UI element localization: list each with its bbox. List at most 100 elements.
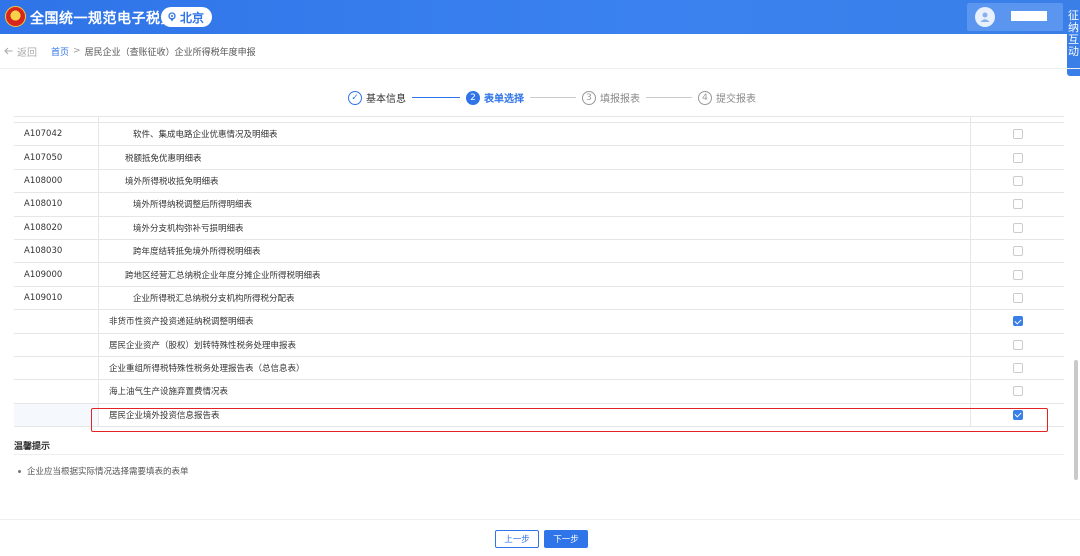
select-checkbox[interactable] — [1012, 199, 1023, 210]
table-row: A107050 税额抵免优惠明细表 — [14, 146, 1064, 170]
tax-emblem-icon — [5, 6, 26, 27]
form-code — [14, 380, 99, 403]
form-name: 跨年度结转抵免境外所得税明细表 — [99, 239, 971, 263]
table-row: A109000 跨地区经营汇总纳税企业年度分摊企业所得税明细表 — [14, 263, 1064, 287]
form-code: A108000 — [14, 169, 99, 193]
step-basic-info: ✓ 基本信息 — [348, 90, 406, 105]
table-row: A108000 境外所得税收抵免明细表 — [14, 169, 1064, 194]
breadcrumb: 返回 首页 > 居民企业（查账征收）企业所得税年度申报 — [0, 43, 256, 59]
checkbox-cell — [971, 357, 1064, 379]
form-name: 居民企业资产（股权）划转特殊性税务处理申报表 — [99, 333, 971, 356]
tip-item: 企业应当根据实际情况选择需要填表的表单 — [18, 465, 189, 477]
select-checkbox[interactable] — [1012, 386, 1023, 397]
side-tab-interaction[interactable]: 征纳互动 — [1067, 4, 1080, 76]
table-row: 居民企业资产（股权）划转特殊性税务处理申报表 — [14, 333, 1064, 357]
table-row: 企业重组所得税特殊性税务处理报告表（总信息表） — [14, 356, 1064, 381]
step-label: 表单选择 — [484, 94, 524, 105]
select-checkbox[interactable] — [1012, 292, 1023, 303]
checkbox-cell — [971, 287, 1064, 309]
step-connector — [412, 97, 460, 98]
previous-step-button[interactable]: 上一步 — [495, 530, 539, 548]
tips-title: 温馨提示 — [14, 442, 51, 452]
step-connector — [646, 97, 692, 98]
step-label: 基本信息 — [366, 94, 406, 105]
form-name: 税额抵免优惠明细表 — [99, 146, 971, 169]
table-row: A108010 境外所得纳税调整后所得明细表 — [14, 193, 1064, 217]
form-name: 境外所得税收抵免明细表 — [99, 169, 971, 193]
back-label: 返回 — [17, 47, 37, 59]
table-row: 海上油气生产设施弃置费情况表 — [14, 380, 1064, 404]
check-circle-icon: ✓ — [348, 90, 362, 105]
form-code: A107050 — [14, 146, 99, 169]
form-name: 境外所得纳税调整后所得明细表 — [99, 193, 971, 216]
breadcrumb-current: 居民企业（查账征收）企业所得税年度申报 — [84, 47, 256, 58]
checkbox-cell — [971, 310, 1064, 332]
checkbox-cell — [971, 123, 1064, 145]
form-code: A108030 — [14, 239, 99, 263]
step-connector — [530, 97, 576, 98]
code-cell — [14, 117, 99, 122]
select-checkbox[interactable] — [1012, 129, 1023, 140]
select-checkbox[interactable] — [1012, 152, 1023, 163]
tip-text: 企业应当根据实际情况选择需要填表的表单 — [27, 467, 189, 477]
divider — [0, 68, 1080, 69]
checkbox-cell — [971, 117, 1064, 122]
form-code: A108020 — [14, 216, 99, 239]
user-menu[interactable] — [967, 3, 1063, 31]
select-checkbox[interactable] — [1012, 269, 1023, 280]
location-pin-icon — [168, 12, 176, 22]
name-cell — [99, 117, 971, 122]
breadcrumb-separator: > — [73, 46, 81, 56]
step-label: 填报报表 — [600, 94, 640, 105]
step-number: 3 — [582, 90, 596, 105]
step-fill-report: 3 填报报表 — [582, 90, 640, 105]
breadcrumb-home-link[interactable]: 首页 — [51, 45, 69, 58]
form-selection-table: A107042 软件、集成电路企业优惠情况及明细表 A107050 税额抵免优惠明细表… — [14, 116, 1064, 428]
select-checkbox[interactable] — [1012, 363, 1023, 374]
step-number: 4 — [698, 90, 712, 105]
checkbox-cell — [971, 146, 1064, 168]
form-code — [14, 356, 99, 380]
form-code: A108010 — [14, 193, 99, 216]
region-selector[interactable]: 北京 — [161, 7, 213, 27]
table-row: A108020 境外分支机构弥补亏损明细表 — [14, 216, 1064, 240]
form-name: 软件、集成电路企业优惠情况及明细表 — [99, 123, 971, 146]
checkbox-cell — [971, 240, 1064, 262]
checkbox-cell — [971, 263, 1064, 285]
form-name: 海上油气生产设施弃置费情况表 — [99, 380, 971, 403]
checkbox-cell — [971, 380, 1064, 402]
form-code: A109010 — [14, 286, 99, 310]
next-step-button[interactable]: 下一步 — [544, 530, 588, 548]
form-code: A109000 — [14, 263, 99, 286]
form-name: 境外分支机构弥补亏损明细表 — [99, 216, 971, 239]
select-checkbox[interactable] — [1012, 222, 1023, 233]
username-redacted — [1011, 11, 1047, 21]
step-submit-report: 4 提交报表 — [698, 90, 756, 105]
user-avatar-icon — [975, 7, 995, 27]
checkbox-cell — [971, 217, 1064, 239]
back-button[interactable]: 返回 — [4, 44, 37, 59]
region-label: 北京 — [180, 10, 205, 25]
select-checkbox[interactable] — [1012, 175, 1023, 186]
table-row: A107042 软件、集成电路企业优惠情况及明细表 — [14, 123, 1064, 147]
form-name: 非货币性资产投资递延纳税调整明细表 — [99, 310, 971, 333]
form-name: 企业重组所得税特殊性税务处理报告表（总信息表） — [99, 356, 971, 380]
scrollbar[interactable] — [1074, 360, 1078, 480]
select-checkbox[interactable] — [1012, 316, 1023, 327]
checkbox-cell — [971, 334, 1064, 356]
form-name: 企业所得税汇总纳税分支机构所得税分配表 — [99, 286, 971, 310]
arrow-left-icon — [4, 47, 13, 55]
select-checkbox[interactable] — [1012, 246, 1023, 257]
select-checkbox[interactable] — [1012, 339, 1023, 350]
checkbox-cell — [971, 193, 1064, 215]
form-code: A107042 — [14, 123, 99, 146]
table-row: A109010 企业所得税汇总纳税分支机构所得税分配表 — [14, 286, 1064, 311]
step-label: 提交报表 — [716, 94, 756, 105]
form-name: 跨地区经营汇总纳税企业年度分摊企业所得税明细表 — [99, 263, 971, 286]
bullet-icon — [18, 469, 21, 473]
top-navigation-bar: 全国统一规范电子税务局 北京 — [0, 0, 1080, 34]
step-form-selection: 2 表单选择 — [466, 90, 524, 105]
form-code — [14, 333, 99, 356]
divider — [0, 519, 1080, 520]
table-row: 非货币性资产投资递延纳税调整明细表 — [14, 310, 1064, 334]
